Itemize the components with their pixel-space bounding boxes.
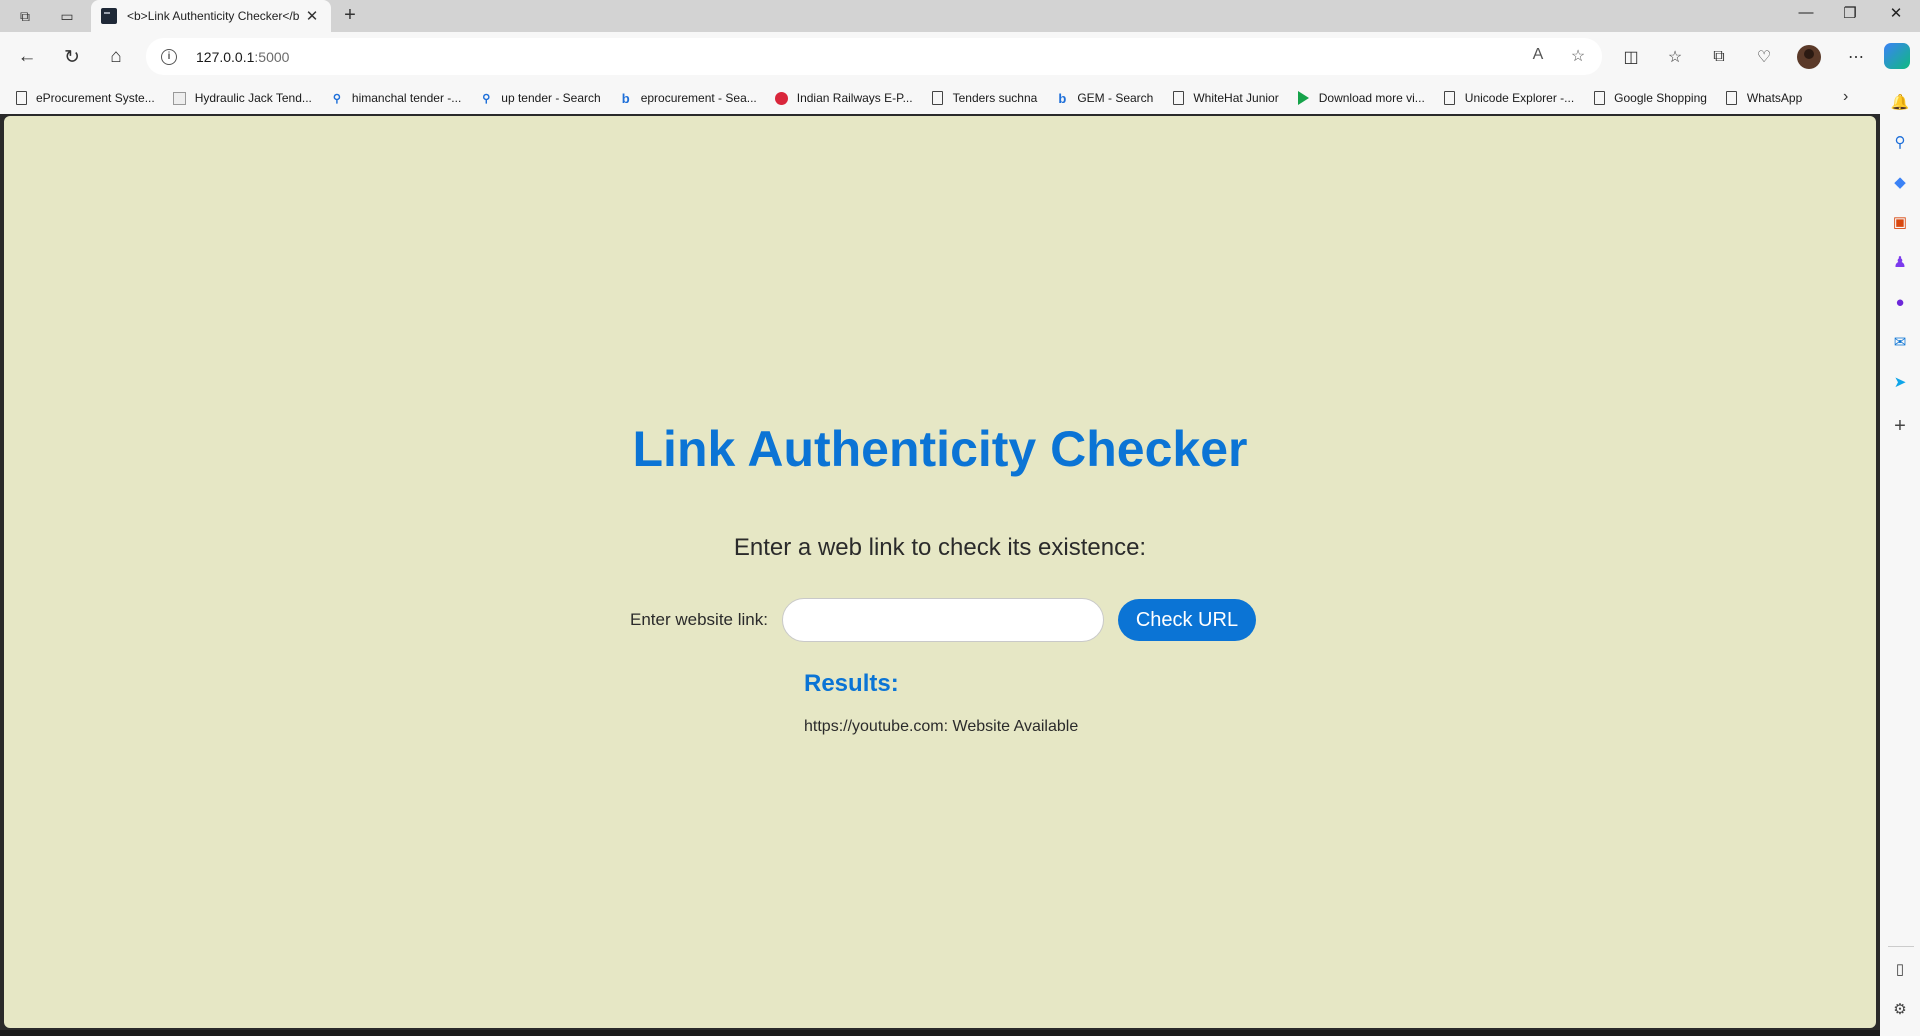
sidebar-panel-icon[interactable]: ▯ <box>1890 959 1910 979</box>
address-bar[interactable]: i 127.0.0.1:5000 A ☆ <box>146 38 1602 75</box>
favorite-label: GEM - Search <box>1077 91 1154 105</box>
minimize-icon[interactable]: — <box>1786 4 1826 21</box>
restore-icon[interactable]: ❐ <box>1830 4 1870 22</box>
notification-bell-icon[interactable]: 🔔 <box>1890 92 1910 112</box>
split-screen-icon[interactable]: ◫ <box>1619 45 1643 69</box>
title-bar: ⧉ ▭ <b>Link Authenticity Checker</b> ✕ +… <box>0 0 1920 32</box>
address-url: 127.0.0.1:5000 <box>196 49 289 65</box>
terminal-icon <box>101 8 117 24</box>
favorite-item[interactable]: b GEM - Search <box>1055 90 1154 106</box>
favorite-item[interactable]: WhatsApp <box>1725 91 1802 105</box>
favorite-item[interactable]: WhiteHat Junior <box>1171 91 1279 105</box>
results-heading: Results: <box>804 670 899 697</box>
favorite-item[interactable]: ⚲ himanchal tender -... <box>330 91 461 105</box>
favorite-label: Google Shopping <box>1614 91 1707 105</box>
settings-gear-icon[interactable]: ⚙ <box>1890 999 1910 1019</box>
office-icon[interactable]: ● <box>1890 292 1910 312</box>
favorite-label: Unicode Explorer -... <box>1464 91 1575 105</box>
website-link-label: Enter website link: <box>630 610 768 629</box>
browser-toolbar: ← ↻ ⌂ i 127.0.0.1:5000 A ☆ ◫ ☆ ⧉ ♡ ⋯ <box>0 32 1920 82</box>
close-window-icon[interactable]: ✕ <box>1876 4 1916 22</box>
send-icon[interactable]: ➤ <box>1890 372 1910 392</box>
close-tab-icon[interactable]: ✕ <box>303 7 321 25</box>
favorite-item[interactable]: eProcurement Syste... <box>14 91 155 105</box>
outlook-icon[interactable]: ✉ <box>1890 332 1910 352</box>
favorite-label: eProcurement Syste... <box>36 91 155 105</box>
page-icon <box>1443 91 1457 105</box>
page-subtitle: Enter a web link to check its existence: <box>733 534 1147 561</box>
favorite-item[interactable]: Unicode Explorer -... <box>1443 91 1574 105</box>
url-host: 127.0.0.1 <box>196 48 255 65</box>
result-item: https://youtube.com: Website Available <box>804 718 1079 735</box>
tab-title: <b>Link Authenticity Checker</b> <box>127 9 299 23</box>
favorite-label: up tender - Search <box>501 91 601 105</box>
site-info-icon[interactable]: i <box>161 48 177 65</box>
read-aloud-icon[interactable]: A <box>1526 46 1550 64</box>
favorite-label: Hydraulic Jack Tend... <box>194 91 312 105</box>
back-icon[interactable]: ← <box>14 44 40 70</box>
search-icon[interactable]: ⚲ <box>1890 132 1910 152</box>
favorites-icon[interactable]: ☆ <box>1663 45 1687 69</box>
profile-avatar[interactable] <box>1797 45 1821 69</box>
favorite-label: Download more vi... <box>1318 91 1425 105</box>
bing-icon: b <box>1058 90 1067 106</box>
tab-actions-icon[interactable]: ▭ <box>57 6 77 26</box>
page-icon <box>14 91 28 105</box>
search-icon: ⚲ <box>332 92 341 105</box>
favorite-label: Indian Railways E-P... <box>796 91 913 105</box>
website-link-input[interactable] <box>781 598 1104 642</box>
tools-icon[interactable]: ▣ <box>1890 212 1910 232</box>
edge-sidebar: 🔔 ⚲ ◆ ▣ ♟ ● ✉ ➤ + ▯ ⚙ <box>1880 82 1920 1036</box>
page-icon <box>931 91 945 105</box>
refresh-icon[interactable]: ↻ <box>59 44 85 70</box>
page-icon <box>1592 91 1606 105</box>
favorites-bar: eProcurement Syste... Hydraulic Jack Ten… <box>0 82 1880 114</box>
shopping-tag-icon[interactable]: ◆ <box>1890 172 1910 192</box>
games-icon[interactable]: ♟ <box>1890 252 1910 272</box>
page-viewport: Link Authenticity Checker Enter a web li… <box>4 116 1876 1028</box>
new-tab-icon[interactable]: + <box>338 4 362 27</box>
favorite-label: Tenders suchna <box>952 91 1038 105</box>
more-options-icon[interactable]: ⋯ <box>1844 45 1868 69</box>
bing-icon: b <box>621 90 630 106</box>
check-url-button[interactable]: Check URL <box>1117 599 1256 641</box>
url-form: Enter website link: Check URL <box>630 598 1256 642</box>
favorite-label: eprocurement - Sea... <box>640 91 757 105</box>
home-icon[interactable]: ⌂ <box>103 44 129 70</box>
page-title: Link Authenticity Checker <box>632 421 1248 477</box>
favorite-item[interactable]: Indian Railways E-P... <box>775 91 913 105</box>
favorite-item[interactable]: ⚲ up tender - Search <box>479 91 600 105</box>
tab-active[interactable]: <b>Link Authenticity Checker</b> ✕ <box>91 0 331 32</box>
favorite-item[interactable]: Tenders suchna <box>931 91 1038 105</box>
favorite-item[interactable]: b eprocurement - Sea... <box>619 90 757 106</box>
taskbar-edge <box>0 1030 1880 1036</box>
favorite-label: himanchal tender -... <box>351 91 462 105</box>
favorite-item[interactable]: Hydraulic Jack Tend... <box>173 91 312 105</box>
chevron-right-icon[interactable]: › <box>1843 88 1848 106</box>
search-icon: ⚲ <box>482 92 491 105</box>
workspaces-icon[interactable]: ⧉ <box>15 6 35 26</box>
favorite-item[interactable]: Download more vi... <box>1297 91 1425 105</box>
page-icon <box>1171 91 1185 105</box>
sidebar-divider <box>1888 946 1914 947</box>
page-icon <box>1725 91 1739 105</box>
collections-icon[interactable]: ⧉ <box>1707 45 1731 69</box>
favorite-star-icon[interactable]: ☆ <box>1566 46 1590 66</box>
railways-icon <box>775 91 789 105</box>
copilot-icon[interactable] <box>1884 43 1910 69</box>
play-icon <box>1297 91 1311 105</box>
url-port: :5000 <box>254 48 290 65</box>
image-icon <box>173 91 187 105</box>
add-icon[interactable]: + <box>1890 415 1910 437</box>
favorite-label: WhatsApp <box>1746 91 1803 105</box>
favorite-item[interactable]: Google Shopping <box>1592 91 1707 105</box>
favorite-label: WhiteHat Junior <box>1193 91 1279 105</box>
browser-essentials-icon[interactable]: ♡ <box>1752 45 1776 69</box>
